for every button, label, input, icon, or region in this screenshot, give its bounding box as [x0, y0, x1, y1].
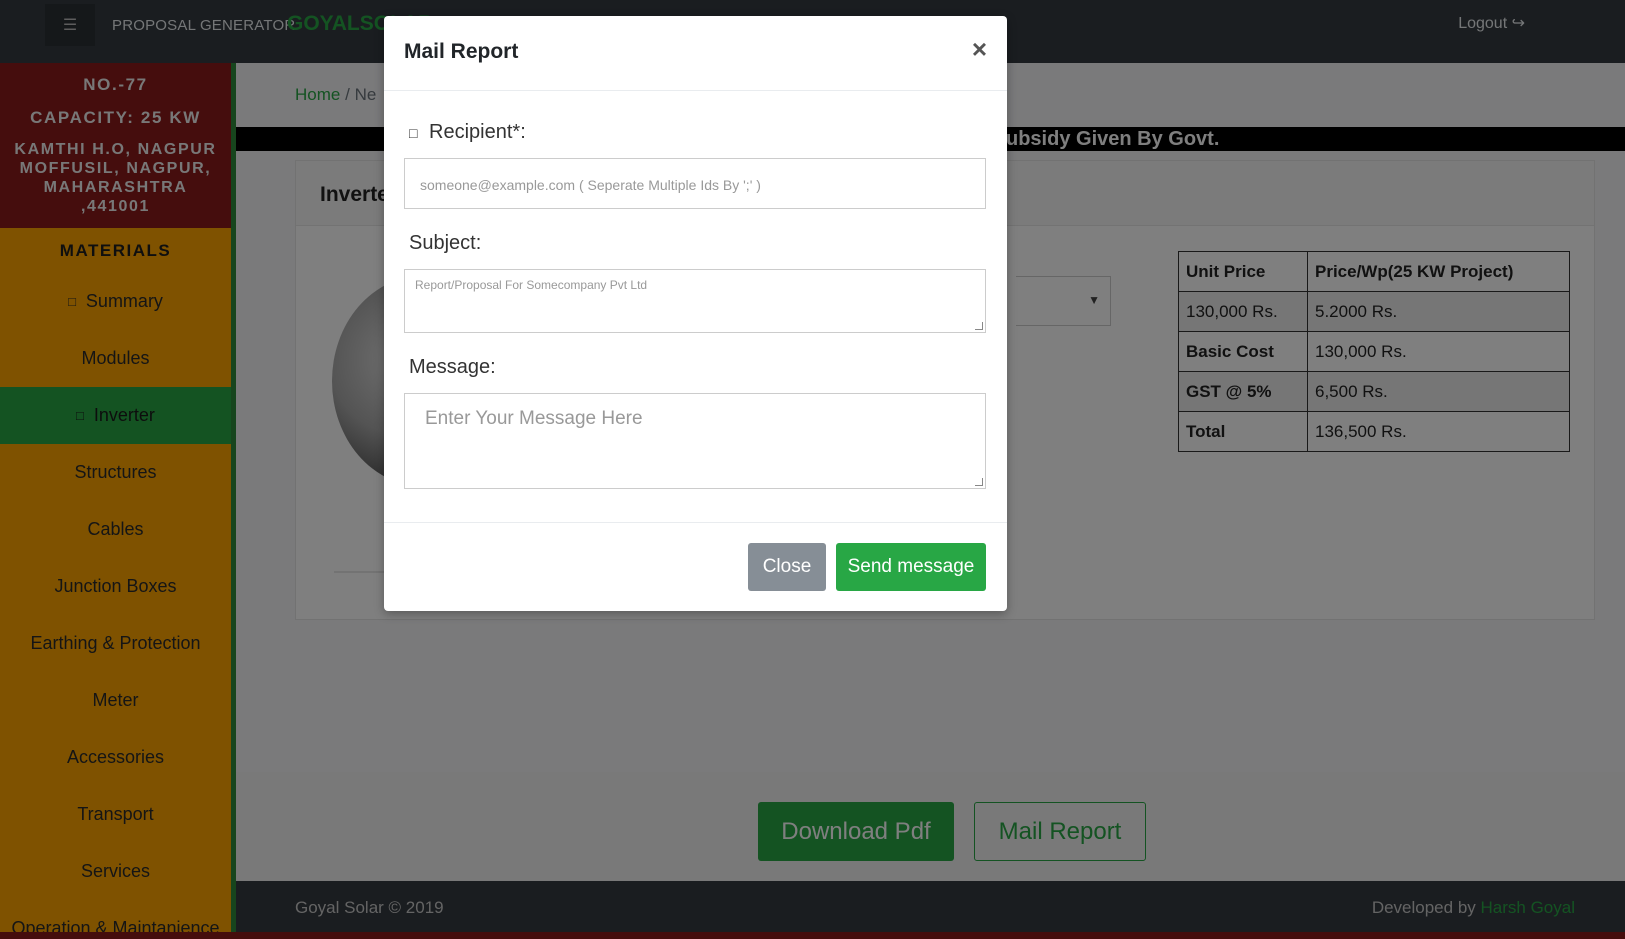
send-message-button[interactable]: Send message [836, 543, 986, 591]
envelope-icon: □ [409, 125, 418, 141]
mail-report-modal: Mail Report × □ Recipient*: someone@exam… [384, 16, 1007, 611]
resize-handle-icon[interactable] [975, 322, 983, 330]
subject-label: Subject: [409, 232, 482, 254]
message-label: Message: [409, 356, 496, 378]
modal-footer: Close Send message [384, 522, 1007, 611]
close-icon[interactable]: × [972, 36, 987, 62]
recipient-placeholder: someone@example.com ( Seperate Multiple … [420, 177, 761, 193]
recipient-input[interactable]: someone@example.com ( Seperate Multiple … [404, 158, 986, 209]
modal-title: Mail Report [404, 40, 519, 63]
close-button[interactable]: Close [748, 543, 826, 591]
recipient-label: □ Recipient*: [409, 121, 526, 144]
modal-header: Mail Report × [384, 16, 1007, 91]
message-input[interactable]: Enter Your Message Here [404, 393, 986, 489]
message-placeholder: Enter Your Message Here [425, 408, 643, 429]
recipient-label-text: Recipient*: [429, 121, 526, 143]
subject-input[interactable]: Report/Proposal For Somecompany Pvt Ltd [404, 269, 986, 333]
resize-handle-icon[interactable] [975, 478, 983, 486]
subject-placeholder: Report/Proposal For Somecompany Pvt Ltd [415, 278, 648, 292]
